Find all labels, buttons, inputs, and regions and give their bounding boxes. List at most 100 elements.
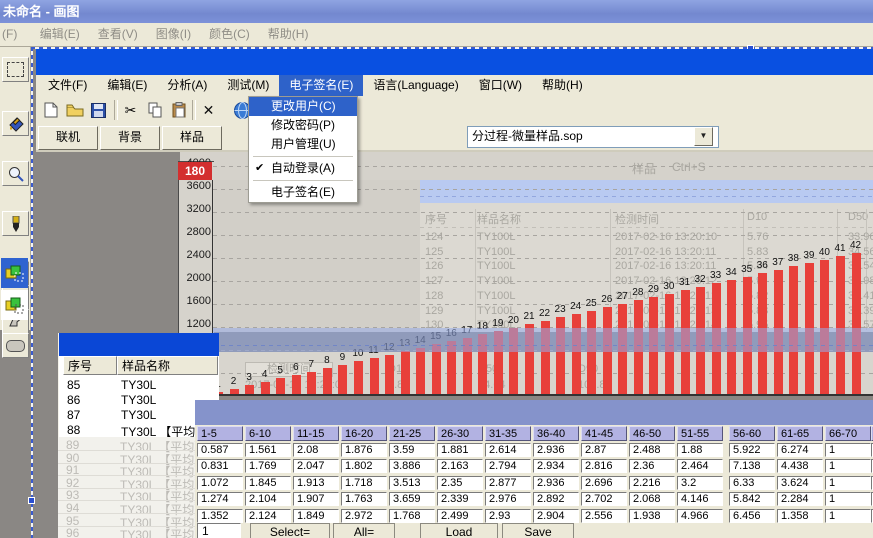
dist-cell[interactable]: 1.913 [293, 476, 339, 490]
dist-cell[interactable]: 2.488 [629, 443, 675, 457]
dist-cell[interactable]: 1 [825, 443, 871, 457]
dist-cell[interactable]: 2.499 [437, 509, 483, 523]
dist-cell[interactable]: 1.072 [197, 476, 243, 490]
dist-column-header[interactable]: 16-20 [341, 426, 387, 441]
dist-cell[interactable]: 2.696 [581, 476, 627, 490]
save-icon[interactable] [88, 100, 109, 120]
dist-cell[interactable]: 3.659 [389, 492, 435, 506]
sample-list-title-bar[interactable] [59, 333, 219, 356]
dist-cell[interactable]: 2.904 [533, 509, 579, 523]
select-tool[interactable] [2, 57, 29, 82]
magnifier-tool[interactable] [2, 161, 29, 186]
dist-cell[interactable]: 1.274 [197, 492, 243, 506]
sample-button[interactable]: 样品 [162, 126, 222, 150]
opaque-paste-option[interactable] [1, 258, 28, 288]
dist-cell[interactable]: 2.934 [533, 459, 579, 473]
dist-cell[interactable]: 2.08 [293, 443, 339, 457]
rounded-rect-tool[interactable] [2, 333, 29, 358]
dist-column-header[interactable]: 1-5 [197, 426, 243, 441]
dist-cell[interactable]: 4.146 [677, 492, 723, 506]
dist-cell[interactable]: 1.718 [341, 476, 387, 490]
dist-cell[interactable]: 6.33 [729, 476, 775, 490]
distribution-window-caption[interactable] [195, 400, 873, 425]
dist-cell[interactable]: 2.892 [533, 492, 579, 506]
app-menu-item[interactable]: 帮助(H) [532, 75, 593, 96]
select-button[interactable]: Select= [250, 523, 330, 538]
dist-cell[interactable]: 4.438 [777, 459, 823, 473]
sample-row-index[interactable]: 87 [67, 408, 80, 422]
dist-cell[interactable]: 2.104 [245, 492, 291, 506]
dist-column-header[interactable]: 21-25 [389, 426, 435, 441]
dist-column-header[interactable]: 41-45 [581, 426, 627, 441]
dist-column-header[interactable]: 46-50 [629, 426, 675, 441]
paint-menu-item[interactable]: 查看(V) [89, 23, 147, 45]
dist-cell[interactable]: 2.339 [437, 492, 483, 506]
load-button[interactable]: Load [420, 523, 498, 538]
dist-cell[interactable]: 3.59 [389, 443, 435, 457]
dist-cell[interactable]: 3.2 [677, 476, 723, 490]
dist-cell[interactable]: 4.966 [677, 509, 723, 523]
save-button[interactable]: Save [502, 523, 574, 538]
dist-cell[interactable]: 1.88 [677, 443, 723, 457]
dist-cell[interactable]: 7.138 [729, 459, 775, 473]
sample-row-index[interactable]: 86 [67, 393, 80, 407]
dist-cell[interactable]: 1.876 [341, 443, 387, 457]
dist-column-header[interactable]: 31-35 [485, 426, 531, 441]
paint-menu-item[interactable]: 图像(I) [147, 23, 200, 45]
col-header-name[interactable]: 样品名称 [117, 356, 218, 375]
app-menu-item[interactable]: 测试(M) [217, 75, 279, 96]
dist-cell[interactable]: 2.36 [629, 459, 675, 473]
app-menu-item[interactable]: 电子签名(E) [279, 75, 363, 96]
dist-cell[interactable]: 2.068 [629, 492, 675, 506]
dist-column-header[interactable]: 26-30 [437, 426, 483, 441]
open-folder-icon[interactable] [64, 100, 85, 120]
dist-cell[interactable]: 2.464 [677, 459, 723, 473]
copy-icon[interactable] [144, 100, 165, 120]
count-input[interactable]: 1 [197, 523, 241, 538]
selection-handle-left[interactable] [28, 497, 35, 504]
cut-icon[interactable]: ✂ [120, 100, 141, 120]
dist-cell[interactable]: 2.047 [293, 459, 339, 473]
app-menu-item[interactable]: 分析(A) [157, 75, 217, 96]
dist-cell[interactable]: 5.842 [729, 492, 775, 506]
new-file-icon[interactable] [40, 100, 61, 120]
brush-tool[interactable] [2, 211, 29, 236]
paint-menu-item[interactable]: 编辑(E) [31, 23, 89, 45]
col-header-index[interactable]: 序号 [63, 356, 117, 375]
dist-cell[interactable]: 1.802 [341, 459, 387, 473]
background-button[interactable]: 背景 [100, 126, 160, 150]
dist-column-header[interactable]: 36-40 [533, 426, 579, 441]
dist-cell[interactable]: 3.513 [389, 476, 435, 490]
dist-cell[interactable]: 1.769 [245, 459, 291, 473]
dist-cell[interactable]: 6.456 [729, 509, 775, 523]
dropdown-item[interactable]: 更改用户(C) [249, 97, 357, 116]
app-menu-item[interactable]: 文件(F) [38, 75, 97, 96]
sample-row-name[interactable]: TY30L [121, 408, 156, 422]
dist-cell[interactable]: 2.972 [341, 509, 387, 523]
dist-cell[interactable]: 2.794 [485, 459, 531, 473]
dist-column-header[interactable]: 51-55 [677, 426, 723, 441]
app-menu-item[interactable]: 语言(Language) [363, 75, 468, 96]
dropdown-item[interactable]: 修改密码(P) [249, 116, 357, 135]
dist-cell[interactable]: 1.849 [293, 509, 339, 523]
dist-cell[interactable]: 2.816 [581, 459, 627, 473]
dist-cell[interactable]: 1.561 [245, 443, 291, 457]
sample-row-name[interactable]: TY30L [121, 378, 156, 392]
dist-cell[interactable]: 2.556 [581, 509, 627, 523]
dist-column-header[interactable]: 61-65 [777, 426, 823, 441]
dist-cell[interactable]: 2.614 [485, 443, 531, 457]
dist-cell[interactable]: 1.352 [197, 509, 243, 523]
dist-cell[interactable]: 1 [825, 459, 871, 473]
paste-icon[interactable] [168, 100, 189, 120]
dist-cell[interactable]: 2.87 [581, 443, 627, 457]
app-menu-item[interactable]: 窗口(W) [469, 75, 532, 96]
sample-row-index[interactable]: 88 [67, 423, 80, 437]
transparent-paste-option[interactable] [1, 290, 28, 320]
dist-cell[interactable]: 2.936 [533, 476, 579, 490]
dist-cell[interactable]: 2.702 [581, 492, 627, 506]
fill-tool[interactable] [2, 111, 29, 136]
sop-combobox[interactable]: 分过程-微量样品.sop [467, 126, 719, 148]
dist-cell[interactable]: 3.624 [777, 476, 823, 490]
dist-cell[interactable]: 1.881 [437, 443, 483, 457]
dist-cell[interactable]: 3.886 [389, 459, 435, 473]
